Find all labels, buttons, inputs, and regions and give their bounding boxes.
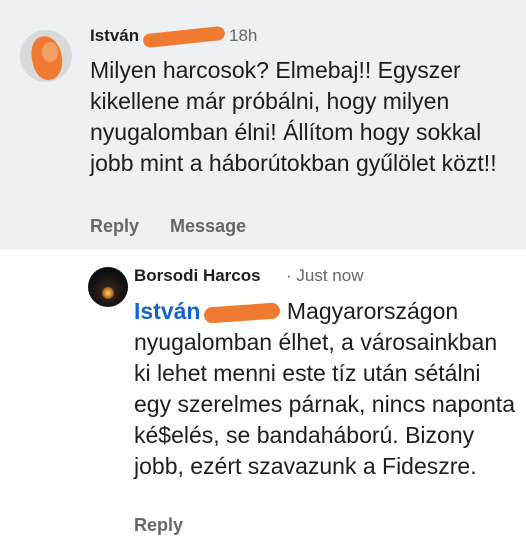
- mention-name[interactable]: István: [134, 298, 200, 324]
- message-button[interactable]: Message: [170, 216, 246, 236]
- comment-2-author[interactable]: Borsodi Harcos: [134, 266, 261, 286]
- comment-2-reply-button[interactable]: Reply: [134, 515, 183, 536]
- avatar-light: [102, 287, 114, 299]
- redaction-blot-highlight: [42, 42, 58, 62]
- reply-button[interactable]: Reply: [90, 216, 139, 236]
- comment-2-body: Magyarországon nyugalomban élhet, a váro…: [134, 298, 515, 479]
- redacted-surname: [142, 25, 226, 49]
- redacted-surname: [204, 302, 281, 324]
- comment-2-timestamp[interactable]: · Just now: [286, 266, 363, 286]
- comment-1: István 18h Milyen harcosok? Elmebaj!! Eg…: [0, 0, 526, 250]
- avatar-borsodi-harcos[interactable]: [88, 267, 128, 307]
- comment-1-actions: Reply Message: [90, 216, 272, 237]
- comment-1-timestamp[interactable]: 18h: [229, 26, 257, 46]
- comment-2-text: István Magyarországon nyugalomban élhet,…: [134, 296, 519, 482]
- comment-1-text: Milyen harcosok? Elmebaj!! Egyszer kikel…: [90, 57, 497, 176]
- mention-link[interactable]: István: [134, 298, 281, 324]
- avatar-redacted[interactable]: [20, 30, 72, 82]
- comment-1-author[interactable]: István: [90, 26, 139, 46]
